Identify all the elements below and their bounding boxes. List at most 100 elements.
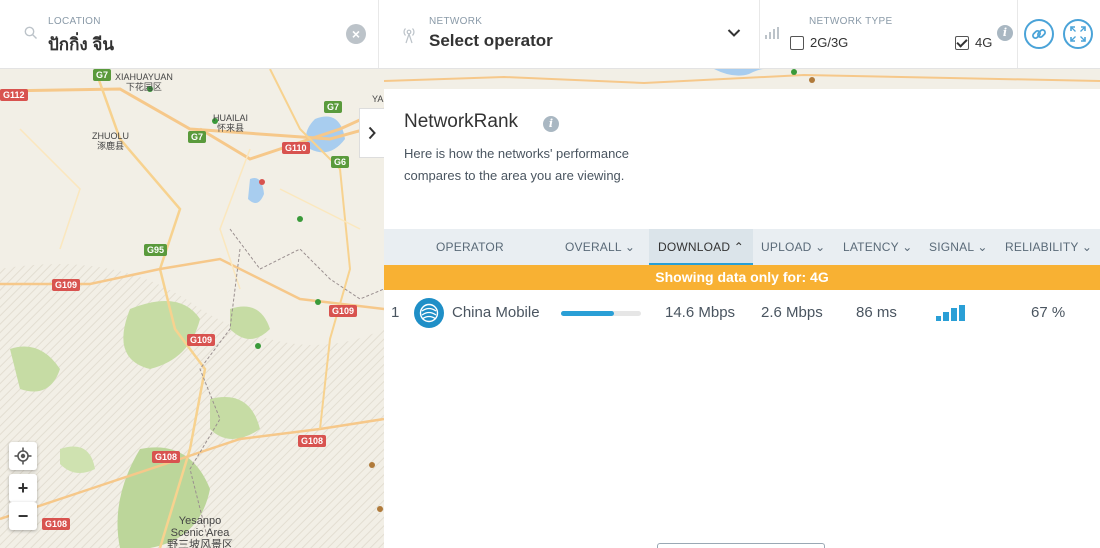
info-icon[interactable]: i bbox=[543, 116, 559, 132]
place-name: 野三坡风景区 bbox=[167, 539, 233, 548]
column-reliability-label: RELIABILITY bbox=[1005, 240, 1079, 254]
column-latency[interactable]: LATENCY ⌄ bbox=[843, 229, 912, 265]
road-label: G95 bbox=[144, 244, 168, 256]
road-label: G7 bbox=[324, 101, 343, 113]
road-label: G112 bbox=[0, 89, 28, 101]
signal-bars-icon bbox=[765, 27, 779, 39]
place-native-name: Scenic Area bbox=[170, 527, 230, 539]
expand-icon bbox=[1070, 26, 1086, 42]
column-download[interactable]: DOWNLOAD ⌃ bbox=[649, 229, 753, 265]
column-signal-label: SIGNAL bbox=[929, 240, 974, 254]
place-label: ZHUOLU 涿鹿县 bbox=[92, 131, 129, 151]
clear-location-button[interactable]: × bbox=[346, 24, 366, 44]
chevron-down-icon[interactable] bbox=[727, 28, 741, 38]
place-native-name: 怀来县 bbox=[217, 123, 245, 133]
latency-value: 86 ms bbox=[856, 304, 897, 321]
network-selector[interactable]: NETWORK Select operator bbox=[379, 0, 760, 68]
map-strip bbox=[384, 69, 1100, 89]
checkbox-4g-box[interactable] bbox=[955, 35, 969, 50]
table-row[interactable]: 1 China Mobile 14.6 Mbps 2.6 Mbps 86 ms … bbox=[384, 295, 1100, 331]
column-upload[interactable]: UPLOAD ⌄ bbox=[761, 229, 825, 265]
chevron-down-icon: ⌄ bbox=[1081, 240, 1093, 254]
coverage-map[interactable]: G7 G112 G7 G110 G6 G7 G95 G109 G109 G109… bbox=[0, 69, 384, 548]
column-reliability[interactable]: RELIABILITY ⌄ bbox=[1005, 229, 1092, 265]
checkbox-4g-label: 4G bbox=[975, 35, 993, 50]
column-download-label: DOWNLOAD bbox=[657, 240, 731, 254]
signal-bar bbox=[943, 312, 949, 321]
column-operator: OPERATOR bbox=[436, 240, 504, 254]
column-overall-label: OVERALL bbox=[565, 240, 622, 254]
checkbox-2g3g-label: 2G/3G bbox=[810, 35, 849, 50]
road-label: G109 bbox=[187, 334, 216, 346]
place-name: Yesanpo bbox=[178, 515, 222, 527]
chevron-down-icon: ⌄ bbox=[815, 240, 826, 254]
chevron-down-icon: ⌄ bbox=[977, 240, 988, 254]
road-label: G6 bbox=[331, 156, 350, 168]
checkbox-4g[interactable]: 4G bbox=[955, 35, 992, 50]
column-signal[interactable]: SIGNAL ⌄ bbox=[929, 229, 988, 265]
zoom-out-button[interactable]: − bbox=[9, 502, 37, 530]
network-rank-panel: NetworkRank i Here is how the networks' … bbox=[384, 89, 1100, 548]
network-label: NETWORK bbox=[429, 16, 483, 27]
overall-score-fill bbox=[561, 311, 614, 316]
road-label: G109 bbox=[52, 279, 81, 291]
search-icon bbox=[24, 26, 37, 39]
place-label: HUAILAI 怀来县 bbox=[213, 113, 248, 133]
signal-bar bbox=[959, 305, 965, 321]
road-label: G7 bbox=[93, 69, 112, 81]
panel-description: Here is how the networks' performance co… bbox=[404, 146, 630, 183]
location-field[interactable]: LOCATION ปักกิ่ง จีน × bbox=[0, 0, 379, 68]
collapse-panel-button[interactable] bbox=[359, 108, 384, 158]
locate-me-button[interactable] bbox=[9, 442, 37, 470]
road-label: G109 bbox=[329, 305, 358, 317]
road-label: G7 bbox=[188, 131, 207, 143]
info-icon[interactable]: i bbox=[997, 25, 1013, 41]
chevron-down-icon: ⌄ bbox=[902, 240, 913, 254]
column-upload-label: UPLOAD bbox=[761, 240, 812, 254]
checkbox-2g3g[interactable]: 2G/3G bbox=[790, 35, 848, 50]
reliability-value: 67 % bbox=[1031, 304, 1066, 321]
checkbox-2g3g-box[interactable] bbox=[790, 35, 804, 50]
signal-bar bbox=[936, 316, 941, 321]
place-native-name: 涿鹿县 bbox=[97, 141, 125, 151]
share-link-button[interactable] bbox=[1024, 19, 1054, 49]
filter-banner: Showing data only for: 4G bbox=[384, 265, 1100, 290]
column-overall[interactable]: OVERALL ⌄ bbox=[565, 229, 635, 265]
network-type-filter: NETWORK TYPE 2G/3G 4G i bbox=[760, 0, 1018, 68]
overall-score-bar bbox=[561, 311, 641, 316]
column-latency-label: LATENCY bbox=[843, 240, 899, 254]
chevron-up-icon: ⌃ bbox=[733, 240, 745, 254]
place-label: XIAHUAYUAN 下花园区 bbox=[115, 72, 173, 92]
road-label: G108 bbox=[152, 451, 181, 463]
signal-bar bbox=[951, 308, 957, 321]
map-terrain-strip bbox=[384, 69, 1100, 89]
location-value[interactable]: ปักกิ่ง จีน bbox=[48, 31, 114, 58]
location-label: LOCATION bbox=[48, 16, 101, 27]
operator-name[interactable]: China Mobile bbox=[452, 295, 540, 331]
chevron-right-icon bbox=[368, 126, 376, 140]
road-label: G108 bbox=[42, 518, 71, 530]
download-speed: 14.6 Mbps bbox=[665, 304, 736, 321]
place-name: ZHUOLU bbox=[92, 131, 130, 141]
action-buttons bbox=[1018, 0, 1100, 68]
network-value[interactable]: Select operator bbox=[429, 31, 553, 51]
place-native-name: 下花园区 bbox=[125, 82, 162, 92]
road-label: G110 bbox=[282, 142, 310, 154]
place-label: YA bbox=[372, 94, 384, 104]
link-icon bbox=[1032, 29, 1046, 39]
zoom-in-button[interactable]: + bbox=[9, 474, 37, 502]
chevron-down-icon: ⌄ bbox=[624, 240, 636, 254]
china-mobile-logo-icon bbox=[414, 298, 444, 328]
table-header: OPERATOR OVERALL ⌄ DOWNLOAD ⌃ UPLOAD ⌄ L… bbox=[384, 229, 1100, 265]
place-name: XIAHUAYUAN bbox=[115, 72, 173, 82]
panel-title: NetworkRank bbox=[404, 111, 519, 132]
upload-speed: 2.6 Mbps bbox=[761, 304, 823, 321]
place-label: Yesanpo Scenic Area 野三坡风景区 bbox=[167, 515, 233, 548]
place-name: HUAILAI bbox=[213, 113, 249, 123]
fullscreen-button[interactable] bbox=[1063, 19, 1093, 49]
load-more-button[interactable] bbox=[657, 543, 825, 548]
rank: 1 bbox=[391, 304, 400, 321]
top-bar: LOCATION ปักกิ่ง จีน × NETWORK Select op… bbox=[0, 0, 1100, 69]
antenna-icon bbox=[403, 28, 415, 44]
signal-strength-icon bbox=[936, 305, 965, 321]
